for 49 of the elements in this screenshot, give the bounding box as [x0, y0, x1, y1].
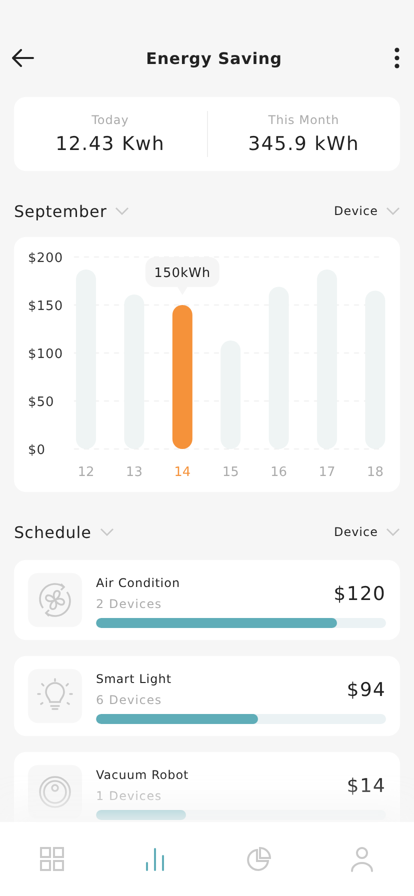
- chevron-down-icon: [386, 528, 400, 536]
- grid-tab[interactable]: [38, 846, 65, 872]
- x-axis-label: 14: [174, 465, 191, 480]
- page-title: Energy Saving: [146, 48, 282, 68]
- schedule-dropdown[interactable]: Schedule: [14, 522, 114, 542]
- stat-label: Today: [92, 113, 129, 127]
- device-dropdown[interactable]: Device: [334, 525, 400, 539]
- x-axis-label: 12: [78, 465, 94, 480]
- y-axis-label: $150: [28, 299, 64, 314]
- pie-chart-icon: [246, 846, 272, 872]
- chevron-down-icon: [114, 207, 129, 215]
- stat-value: 12.43 Kwh: [56, 133, 165, 155]
- month-dropdown[interactable]: September: [14, 202, 129, 220]
- person-tab[interactable]: [349, 846, 376, 872]
- chevron-down-icon: [386, 207, 400, 215]
- chevron-down-icon: [100, 528, 114, 536]
- back-icon[interactable]: [12, 49, 34, 67]
- y-axis-label: $200: [28, 251, 64, 266]
- device-card[interactable]: Air Condition 2 Devices $120: [14, 560, 400, 640]
- x-axis-label: 15: [222, 465, 239, 480]
- device-cost: $120: [334, 582, 386, 604]
- person-icon: [349, 846, 376, 872]
- device-count: 1 Devices: [96, 789, 163, 803]
- device-card[interactable]: Smart Light 6 Devices $94: [14, 656, 400, 736]
- x-axis-label: 17: [318, 465, 336, 480]
- x-axis-label: 13: [126, 465, 142, 480]
- stat-label: This Month: [268, 113, 340, 127]
- device-name: Smart Light: [96, 672, 172, 686]
- device-cost: $94: [346, 678, 386, 700]
- device-count: 6 Devices: [96, 693, 163, 707]
- device-dropdown[interactable]: Device: [334, 204, 400, 218]
- grid-icon: [38, 846, 65, 872]
- y-axis-label: $50: [28, 395, 54, 410]
- fan-icon: [36, 581, 74, 619]
- value-tooltip: 150kWh: [145, 257, 220, 295]
- x-axis-label: 16: [270, 465, 288, 480]
- chart-bar[interactable]: [172, 305, 192, 449]
- device-name: Air Condition: [96, 576, 180, 590]
- y-axis-label: $0: [28, 443, 46, 458]
- more-icon[interactable]: [394, 47, 400, 69]
- stat-value: 345.9 kWh: [248, 133, 360, 155]
- pie-tab[interactable]: [246, 846, 272, 872]
- device-cost: $14: [346, 774, 386, 796]
- device-card[interactable]: Vacuum Robot 1 Devices $14: [14, 752, 400, 822]
- x-axis-label: 18: [366, 465, 384, 480]
- device-count: 2 Devices: [96, 597, 163, 611]
- device-name: Vacuum Robot: [96, 768, 189, 782]
- robot-vacuum-icon: [38, 775, 72, 809]
- y-axis-label: $100: [28, 347, 64, 362]
